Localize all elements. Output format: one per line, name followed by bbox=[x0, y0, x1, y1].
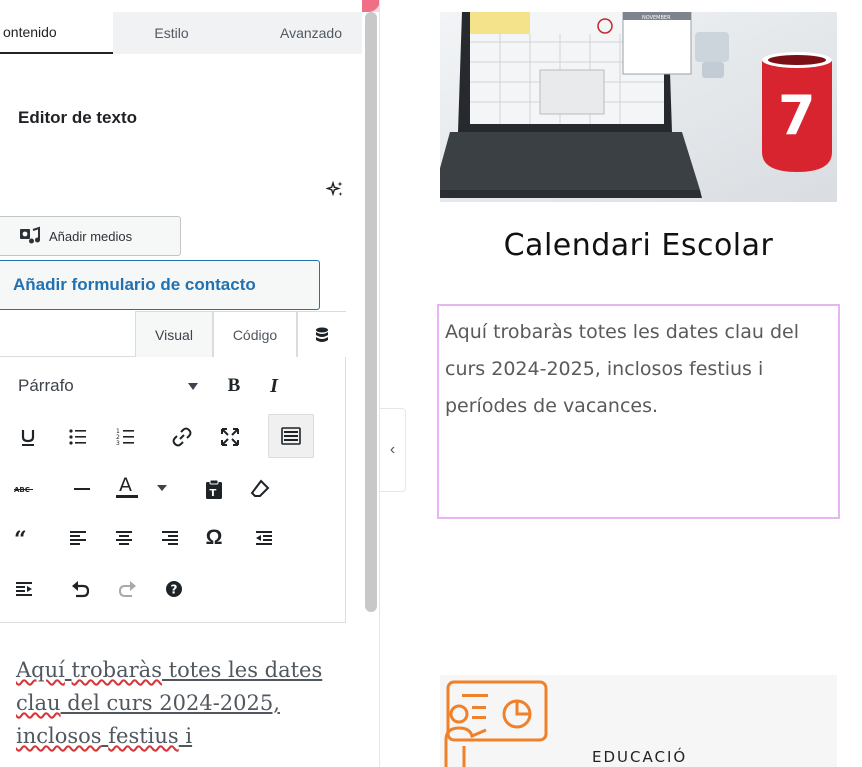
content-word: inclosos bbox=[16, 724, 102, 748]
editor-panel: ontenido Estilo Avanzado Editor de texto… bbox=[0, 0, 362, 767]
editor-content[interactable]: Aquí trobaràs totes les dates clau del c… bbox=[16, 654, 336, 753]
calendar-laptop-image: NOVEMBER 7 bbox=[440, 12, 837, 202]
content-word: festius bbox=[108, 724, 179, 748]
blockquote-icon[interactable]: “ bbox=[6, 520, 42, 556]
add-contact-form-button[interactable]: Añadir formulario de contacto bbox=[0, 260, 320, 310]
svg-text:“: “ bbox=[14, 527, 27, 549]
panel-tabs: ontenido Estilo Avanzado bbox=[0, 12, 362, 54]
widget-description: Aquí trobaràs totes les dates clau del c… bbox=[445, 321, 799, 417]
strikethrough-icon[interactable]: ABC bbox=[6, 471, 42, 507]
tab-code[interactable]: Código bbox=[213, 311, 297, 357]
sparkles-icon[interactable] bbox=[326, 180, 344, 198]
content-word: clau bbox=[16, 691, 61, 715]
add-media-label: Añadir medios bbox=[49, 228, 133, 244]
outdent-icon[interactable] bbox=[246, 520, 282, 556]
chevron-down-icon bbox=[188, 382, 198, 390]
editor-toolbar: Párrafo B I 123 ABC A bbox=[0, 357, 346, 623]
content-word: Aquí bbox=[16, 658, 65, 682]
database-icon[interactable] bbox=[297, 311, 346, 357]
align-right-icon[interactable] bbox=[152, 520, 188, 556]
page-title: Calendari Escolar bbox=[503, 228, 774, 263]
bullet-list-icon[interactable] bbox=[60, 419, 96, 455]
clear-format-icon[interactable] bbox=[242, 471, 278, 507]
svg-text:?: ? bbox=[171, 583, 178, 597]
selected-text-widget[interactable]: Aquí trobaràs totes les dates clau del c… bbox=[437, 304, 840, 519]
bold-icon[interactable]: B bbox=[216, 368, 252, 404]
content-word: del curs 2024-2025, bbox=[60, 691, 280, 715]
teacher-presentation-icon bbox=[444, 680, 548, 767]
editor-mode-tabs: Visual Código bbox=[0, 311, 346, 357]
toolbar-toggle-icon[interactable] bbox=[268, 414, 314, 458]
text-color-icon[interactable]: A bbox=[112, 469, 172, 505]
tab-visual[interactable]: Visual bbox=[135, 311, 213, 357]
chevron-left-icon: ‹ bbox=[389, 441, 396, 458]
link-icon[interactable] bbox=[164, 419, 200, 455]
format-select[interactable]: Párrafo bbox=[18, 371, 208, 401]
numbered-list-icon[interactable]: 123 bbox=[108, 419, 144, 455]
fullscreen-icon[interactable] bbox=[212, 419, 248, 455]
horizontal-line-icon[interactable] bbox=[64, 471, 100, 507]
align-left-icon[interactable] bbox=[60, 520, 96, 556]
category-label: EDUCACIÓ bbox=[592, 748, 688, 766]
panel-scrollbar[interactable] bbox=[365, 12, 377, 612]
indent-icon[interactable] bbox=[6, 571, 42, 607]
italic-icon[interactable]: I bbox=[256, 368, 292, 404]
format-select-value: Párrafo bbox=[18, 376, 74, 395]
content-word: i bbox=[178, 724, 193, 748]
content-word: trobaràs bbox=[71, 658, 162, 682]
undo-icon[interactable] bbox=[62, 571, 98, 607]
tab-content[interactable]: ontenido bbox=[0, 12, 113, 54]
add-media-button[interactable]: Añadir medios bbox=[0, 216, 181, 256]
underline-icon[interactable] bbox=[10, 419, 46, 455]
tab-style[interactable]: Estilo bbox=[113, 12, 230, 54]
tab-advanced[interactable]: Avanzado bbox=[230, 12, 362, 54]
mug-number-text: 7 bbox=[778, 84, 816, 147]
section-title: Editor de texto bbox=[18, 108, 138, 127]
special-char-icon[interactable]: Ω bbox=[196, 520, 232, 556]
content-word: totes les dates bbox=[161, 658, 323, 682]
calendar-month-text: NOVEMBER bbox=[642, 15, 671, 21]
redo-icon[interactable] bbox=[110, 571, 146, 607]
align-center-icon[interactable] bbox=[106, 520, 142, 556]
svg-text:3: 3 bbox=[116, 440, 120, 447]
svg-text:A: A bbox=[119, 474, 132, 496]
media-icon bbox=[20, 226, 40, 244]
svg-text:T: T bbox=[210, 488, 217, 499]
content-word bbox=[65, 658, 72, 682]
help-icon[interactable]: ? bbox=[156, 571, 192, 607]
paste-text-icon[interactable]: T bbox=[196, 471, 232, 507]
collapse-panel-button[interactable]: ‹ bbox=[380, 408, 406, 492]
